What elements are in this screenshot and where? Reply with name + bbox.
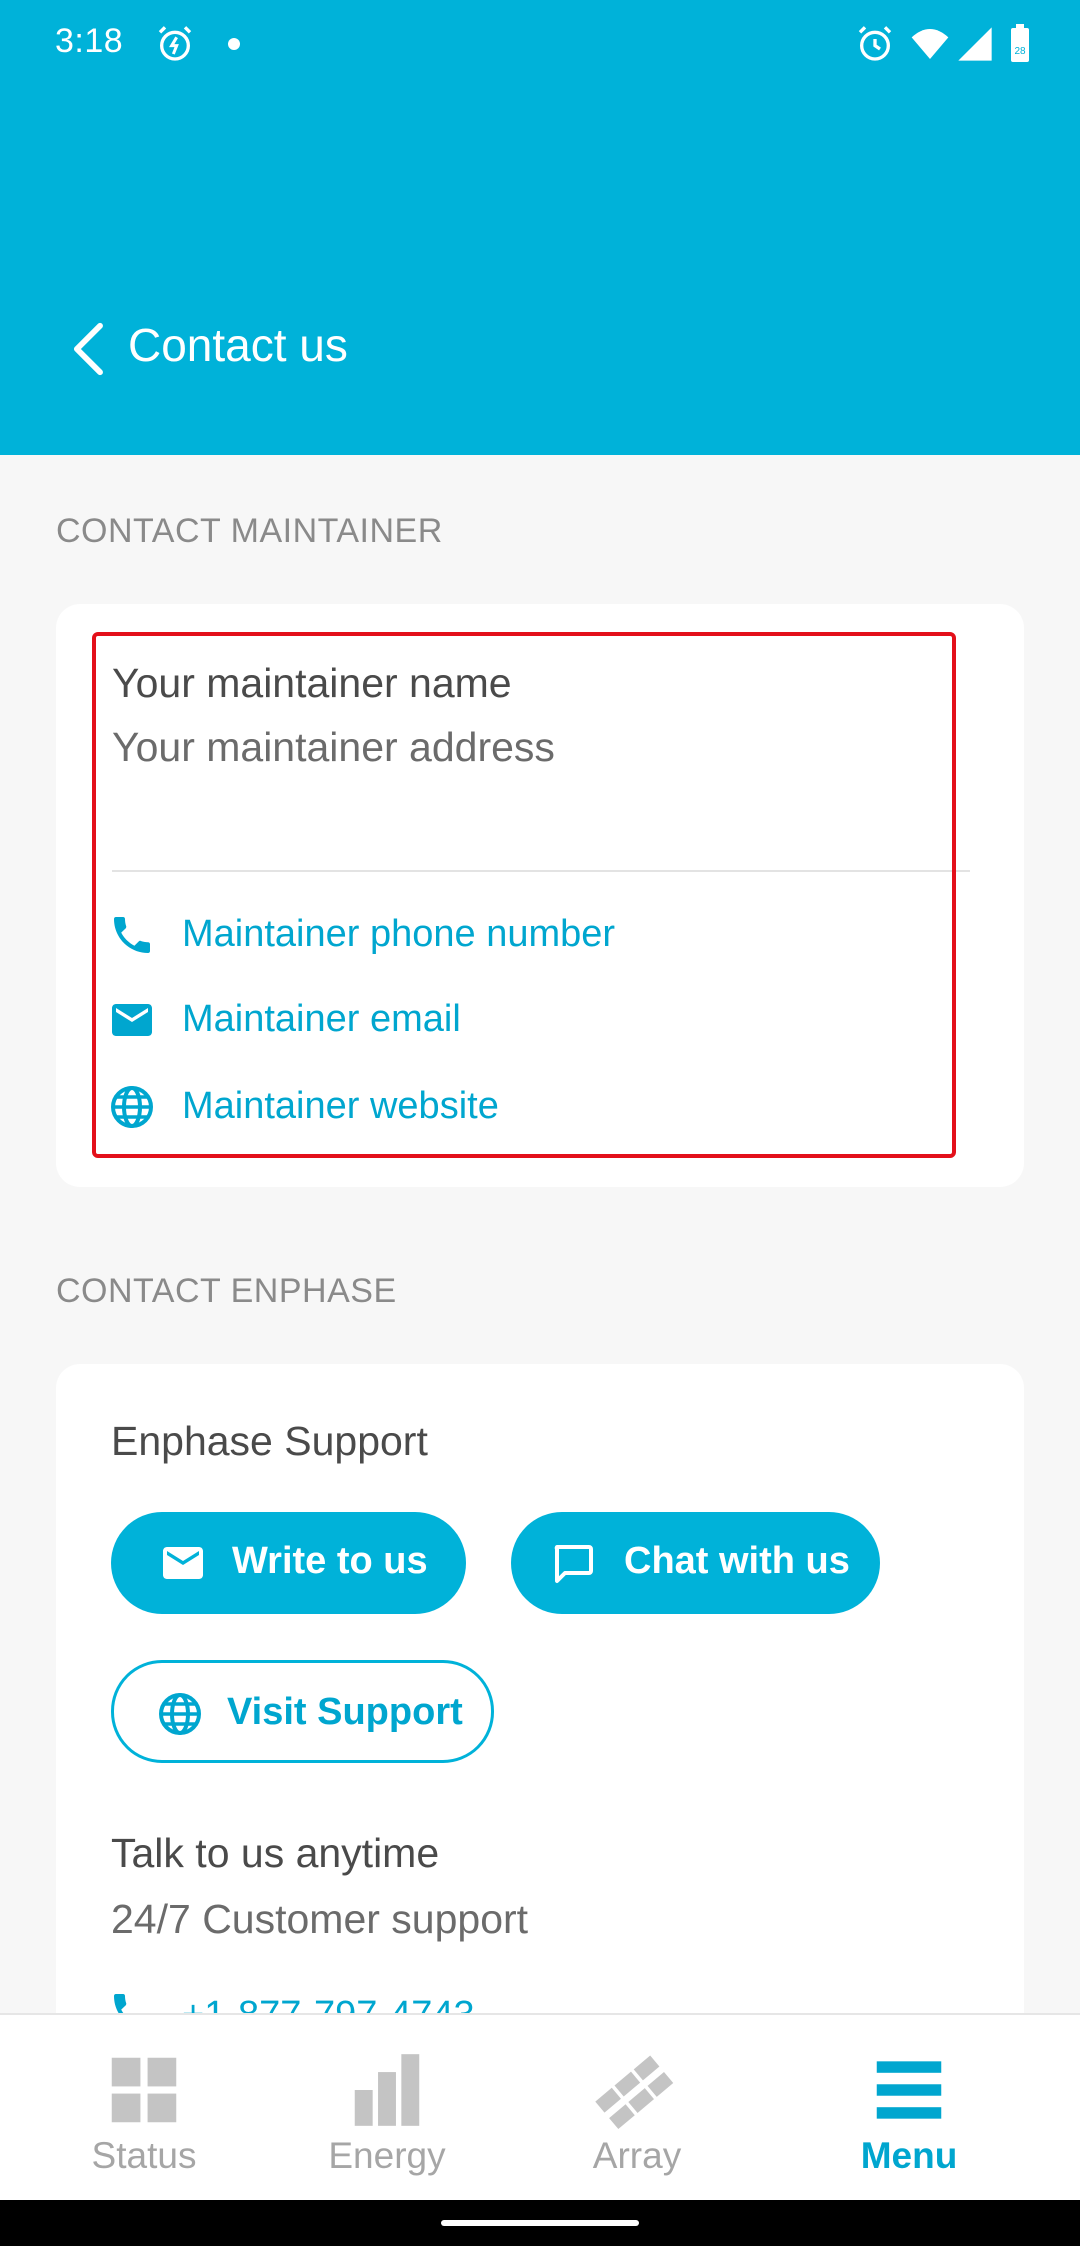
wifi-icon: [911, 29, 949, 59]
chat-with-us-label: Chat with us: [624, 1540, 850, 1582]
email-icon: [112, 1004, 152, 1036]
bar-chart-icon: [354, 2054, 420, 2126]
chat-with-us-button[interactable]: Chat with us: [511, 1512, 880, 1614]
title-bar: Contact us: [0, 300, 1080, 395]
back-chevron-icon[interactable]: [62, 320, 112, 378]
alarm-icon: [858, 26, 892, 61]
nav-label-menu: Menu: [860, 2135, 958, 2176]
nav-item-array[interactable]: Array: [517, 2015, 757, 2202]
svg-text:28: 28: [1014, 46, 1026, 57]
battery-icon: 28: [1011, 24, 1029, 62]
nav-label-status: Status: [91, 2135, 197, 2176]
write-to-us-label: Write to us: [232, 1540, 428, 1582]
globe-icon: [111, 1086, 153, 1128]
maintainer-address: Your maintainer address: [112, 724, 555, 770]
menu-icon: [876, 2061, 942, 2119]
write-to-us-button[interactable]: Write to us: [111, 1512, 466, 1614]
status-bar: 3:18 28: [0, 0, 1080, 90]
nav-label-array: Array: [592, 2135, 682, 2176]
nav-item-energy[interactable]: Energy: [267, 2015, 507, 2202]
globe-icon: [159, 1693, 201, 1735]
divider: [112, 870, 970, 872]
maintainer-phone-link[interactable]: Maintainer phone number: [108, 905, 908, 965]
visit-support-label: Visit Support: [227, 1691, 463, 1733]
maintainer-website-link[interactable]: Maintainer website: [108, 1077, 908, 1137]
maintainer-website-label: Maintainer website: [182, 1085, 499, 1127]
signal-icon: [958, 27, 992, 61]
talk-subtitle: 24/7 Customer support: [111, 1896, 529, 1942]
alarm-bolt-icon: [158, 26, 192, 61]
maintainer-email-link[interactable]: Maintainer email: [108, 990, 908, 1050]
nav-label-energy: Energy: [328, 2135, 446, 2176]
nav-item-menu[interactable]: Menu: [789, 2015, 1029, 2202]
section-label-maintainer: CONTACT MAINTAINER: [56, 512, 443, 550]
grid-icon: [111, 2057, 177, 2123]
status-time: 3:18: [55, 22, 124, 60]
array-icon: [595, 2055, 674, 2130]
app-header: 3:18 28 Contact us: [0, 0, 1080, 455]
support-title: Enphase Support: [111, 1418, 428, 1464]
phone-icon: [114, 917, 150, 953]
system-gesture-bar: [0, 2200, 1080, 2246]
maintainer-phone-label: Maintainer phone number: [182, 913, 616, 955]
nav-item-status[interactable]: Status: [24, 2015, 264, 2202]
maintainer-name: Your maintainer name: [112, 660, 512, 706]
page-title: Contact us: [128, 319, 348, 371]
gesture-handle[interactable]: [441, 2220, 639, 2226]
chat-icon: [554, 1545, 593, 1583]
notification-dot-icon: [228, 38, 240, 50]
email-icon: [163, 1547, 203, 1579]
talk-title: Talk to us anytime: [111, 1830, 440, 1876]
section-label-enphase: CONTACT ENPHASE: [56, 1272, 397, 1310]
bottom-navigation: Status Energy Array Menu: [0, 2013, 1080, 2200]
maintainer-email-label: Maintainer email: [182, 998, 461, 1040]
visit-support-button[interactable]: Visit Support: [111, 1660, 494, 1763]
